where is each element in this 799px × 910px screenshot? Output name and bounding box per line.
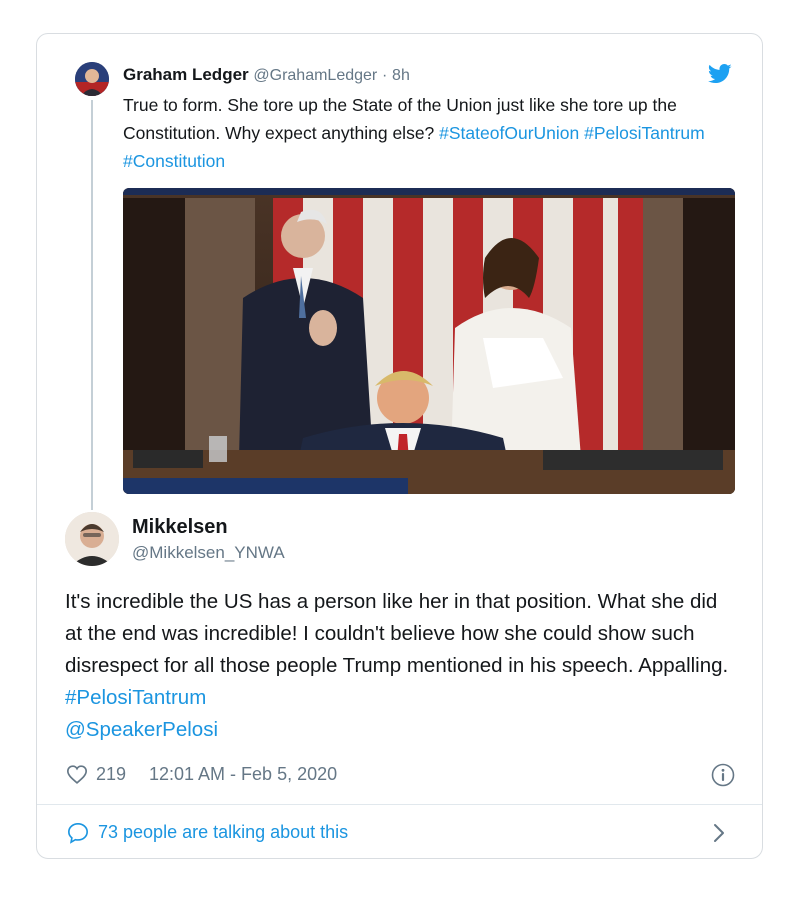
hashtag-link[interactable]: #StateofOurUnion	[439, 123, 579, 143]
twitter-bird-icon[interactable]	[708, 64, 732, 84]
chat-bubble-icon	[68, 823, 88, 844]
parent-tweet-time[interactable]: 8h	[392, 67, 410, 84]
author-handle[interactable]: @Mikkelsen_YNWA	[132, 543, 285, 563]
parent-author-handle[interactable]: @GrahamLedger	[253, 67, 377, 84]
heart-icon[interactable]	[67, 765, 87, 784]
like-count[interactable]: 219	[96, 764, 126, 785]
parent-tweet-header: Graham Ledger @GrahamLedger · 8h	[123, 65, 410, 85]
hashtag-link[interactable]: #PelosiTantrum	[65, 686, 206, 709]
photo-illustration	[123, 188, 735, 494]
info-icon[interactable]	[711, 763, 735, 787]
hashtag-link[interactable]: #PelosiTantrum	[584, 123, 705, 143]
thread-connector-line	[91, 100, 93, 510]
parent-tweet-photo[interactable]	[123, 188, 735, 494]
parent-author-avatar[interactable]	[75, 62, 109, 96]
author-name[interactable]: Mikkelsen	[132, 516, 228, 539]
mention-link[interactable]: @SpeakerPelosi	[65, 718, 218, 741]
talking-about-label[interactable]: 73 people are talking about this	[98, 822, 348, 843]
divider	[37, 804, 762, 805]
embedded-tweet-card: Graham Ledger @GrahamLedger · 8h True to…	[36, 33, 763, 859]
author-avatar[interactable]	[65, 512, 119, 566]
tweet-body: It's incredible the US has a person like…	[65, 590, 729, 677]
parent-tweet-text: True to form. She tore up the State of t…	[123, 91, 733, 175]
conversation-link[interactable]: 73 people are talking about this	[65, 820, 735, 846]
separator-dot: ·	[381, 67, 388, 84]
tweet-meta-row: 219 12:01 AM - Feb 5, 2020	[65, 762, 735, 788]
hashtag-link[interactable]: #Constitution	[123, 151, 225, 171]
chevron-right-icon[interactable]	[713, 823, 725, 843]
tweet-timestamp[interactable]: 12:01 AM - Feb 5, 2020	[149, 764, 337, 785]
parent-author-name[interactable]: Graham Ledger	[123, 65, 249, 84]
tweet-text: It's incredible the US has a person like…	[65, 586, 735, 746]
